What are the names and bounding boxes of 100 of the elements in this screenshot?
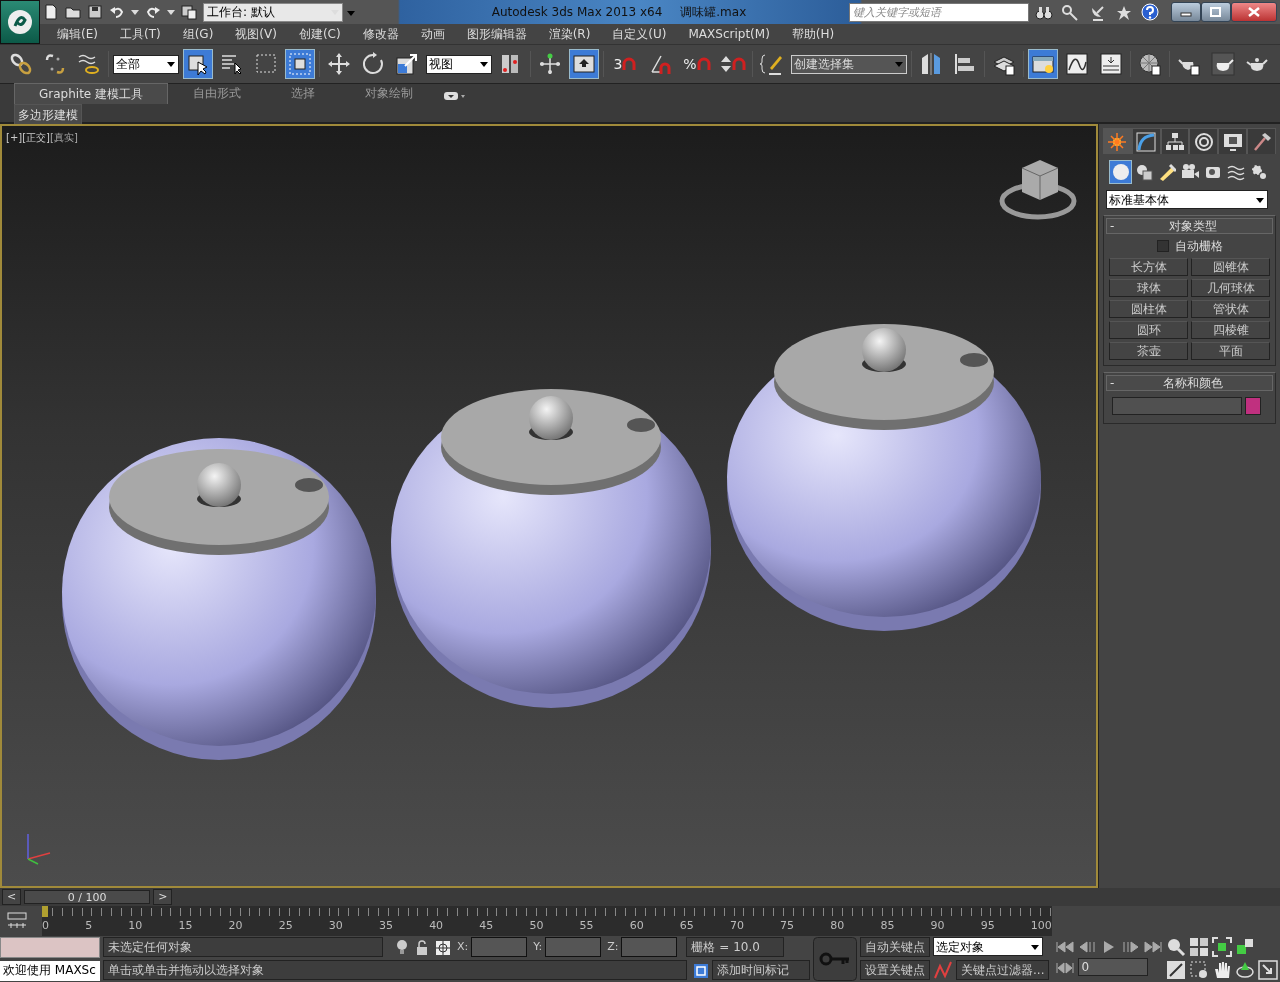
object-type-button[interactable]: 四棱锥 [1191, 321, 1270, 339]
zoom-extents-button[interactable] [1212, 937, 1233, 957]
panel-tab[interactable] [1247, 128, 1276, 154]
named-selection-dropdown[interactable]: 创建选择集 [791, 54, 907, 74]
viewport-label[interactable]: [真实] [50, 130, 78, 145]
reference-coordinate-dropdown[interactable]: 视图 [426, 54, 492, 74]
next-frame-button[interactable]: > [153, 889, 173, 905]
object-type-button[interactable]: 球体 [1109, 279, 1188, 297]
auto-key-button[interactable]: 自动关键点 [860, 937, 930, 957]
folder-button[interactable] [62, 4, 84, 20]
viewport-label[interactable]: [正交] [22, 130, 50, 145]
object-type-button[interactable]: 几何球体 [1191, 279, 1270, 297]
orbit-button[interactable] [1235, 960, 1256, 980]
menu-item[interactable]: 图形编辑器 [455, 25, 538, 43]
percent-snap-button[interactable]: % [680, 49, 714, 79]
close-button[interactable] [1231, 2, 1277, 22]
ribbon-tab[interactable]: 选择 [266, 82, 341, 104]
coordinate-label: Z: [607, 938, 619, 955]
current-frame-field[interactable]: 0 [1078, 958, 1149, 976]
key-filters-button[interactable]: 关键点过滤器... [956, 960, 1050, 980]
object-type-button[interactable]: 圆柱体 [1109, 300, 1188, 318]
zoom-all-button[interactable] [1189, 937, 1210, 957]
coordinate-field[interactable] [545, 937, 602, 957]
hand-button[interactable] [1212, 960, 1233, 980]
select-object-button[interactable] [183, 49, 213, 79]
color-swatch[interactable] [1245, 397, 1261, 415]
key-mode-dropdown[interactable]: 选定对象 [933, 937, 1043, 956]
menu-item[interactable]: 编辑(E) [46, 25, 109, 43]
crosshair-button[interactable] [435, 938, 451, 956]
menu-item[interactable]: 视图(V) [224, 25, 288, 43]
padlock-button[interactable] [415, 938, 429, 956]
panel-tab[interactable] [1160, 128, 1190, 154]
teapot-button[interactable] [1208, 49, 1238, 79]
maximize-viewport-button[interactable] [1258, 960, 1279, 980]
panel-tab[interactable] [1189, 128, 1219, 154]
menu-item[interactable]: 工具(T) [108, 25, 172, 43]
zoom-button[interactable] [1166, 937, 1187, 957]
menu-item[interactable]: 动画 [409, 25, 456, 43]
welcome-text[interactable]: 欢迎使用 MAXSc [0, 961, 100, 981]
panel-tab[interactable] [1131, 128, 1161, 154]
collapse-toggle[interactable]: - [1107, 217, 1115, 235]
viewport-label[interactable]: [+] [6, 130, 23, 145]
category-button[interactable] [1109, 160, 1132, 184]
collapse-toggle[interactable]: - [1107, 374, 1115, 392]
menu-item[interactable]: 帮助(H) [780, 25, 846, 43]
object-type-button[interactable]: 圆环 [1109, 321, 1188, 339]
caret-button[interactable] [128, 8, 142, 16]
scene-explorer-button[interactable] [1028, 49, 1058, 79]
ribbon-panel-label[interactable]: 多边形建模 [14, 104, 82, 126]
set-key-button[interactable]: 设置关键点 [860, 960, 930, 980]
help-button[interactable] [1138, 2, 1162, 22]
lightbulb-button[interactable] [395, 937, 409, 957]
snap-toggle-button[interactable]: 3 [608, 49, 642, 79]
search-field[interactable]: 键入关键字或短语 [849, 2, 1029, 22]
panel-tab[interactable] [1218, 128, 1248, 154]
ribbon-tab[interactable]: Graphite 建模工具 [14, 83, 169, 104]
object-type-button[interactable]: 平面 [1191, 342, 1270, 360]
object-type-button[interactable]: 长方体 [1109, 258, 1188, 276]
menu-item[interactable]: 自定义(U) [601, 25, 678, 43]
zoom-all-icon [1189, 937, 1210, 957]
viewport[interactable]: [+][正交][真实] [0, 124, 1098, 888]
coordinate-field[interactable] [471, 937, 528, 957]
menu-item[interactable]: MAXScript(M) [677, 25, 781, 43]
add-time-tag-button[interactable]: 添加时间标记 [712, 960, 810, 980]
rollout-title[interactable]: 名称和颜色 [1114, 374, 1272, 392]
caret-button[interactable] [164, 8, 178, 16]
project-folder-button[interactable] [178, 4, 200, 20]
menu-item[interactable]: 修改器 [351, 25, 410, 43]
app-logo[interactable] [0, 0, 40, 44]
minimize-button[interactable] [1171, 2, 1201, 22]
previous-frame-button[interactable]: < [2, 889, 22, 905]
keyboard-button[interactable] [569, 49, 599, 79]
viewcube-icon[interactable] [999, 160, 1077, 220]
object-type-button[interactable]: 管状体 [1191, 300, 1270, 318]
menu-item[interactable]: 渲染(R) [537, 25, 602, 43]
menu-item[interactable]: 创建(C) [287, 25, 352, 43]
ribbon-tab[interactable]: 自由形式 [168, 82, 267, 104]
selection-filter-dropdown[interactable]: 全部 [113, 54, 179, 74]
workspace-dropdown[interactable]: 工作台: 默认 [203, 2, 343, 22]
object-type-button[interactable]: 圆锥体 [1191, 258, 1270, 276]
window-crossing-button[interactable] [285, 49, 315, 79]
track-bar[interactable]: 0 5 10 15 20 25 30 35 40 45 50 55 60 65 70 75 80 85 90 95 100 [42, 906, 1052, 936]
coordinate-field[interactable] [621, 937, 678, 957]
restore-button[interactable] [1201, 2, 1231, 22]
sunburst-icon [1107, 131, 1128, 152]
key-mode-icon [1055, 960, 1076, 975]
isolate-button[interactable] [693, 961, 709, 979]
primitive-type-dropdown[interactable]: 标准基本体 [1106, 190, 1268, 209]
time-slider-thumb[interactable]: 0 / 100 [24, 890, 151, 904]
menu-item[interactable]: 组(G) [171, 25, 225, 43]
auto-grid-checkbox[interactable] [1156, 240, 1169, 252]
region-zoom-button[interactable] [1189, 960, 1210, 980]
ribbon-tab[interactable]: 对象绘制 [340, 82, 439, 104]
fov-button[interactable] [1166, 960, 1187, 980]
object-type-button[interactable]: 茶壶 [1109, 342, 1188, 360]
frame-marker[interactable] [42, 906, 48, 917]
name-field[interactable] [1112, 397, 1242, 415]
rollout-title[interactable]: 对象类型 [1114, 217, 1272, 235]
panel-tab[interactable] [1103, 128, 1132, 154]
cubes-button[interactable] [1235, 937, 1256, 957]
